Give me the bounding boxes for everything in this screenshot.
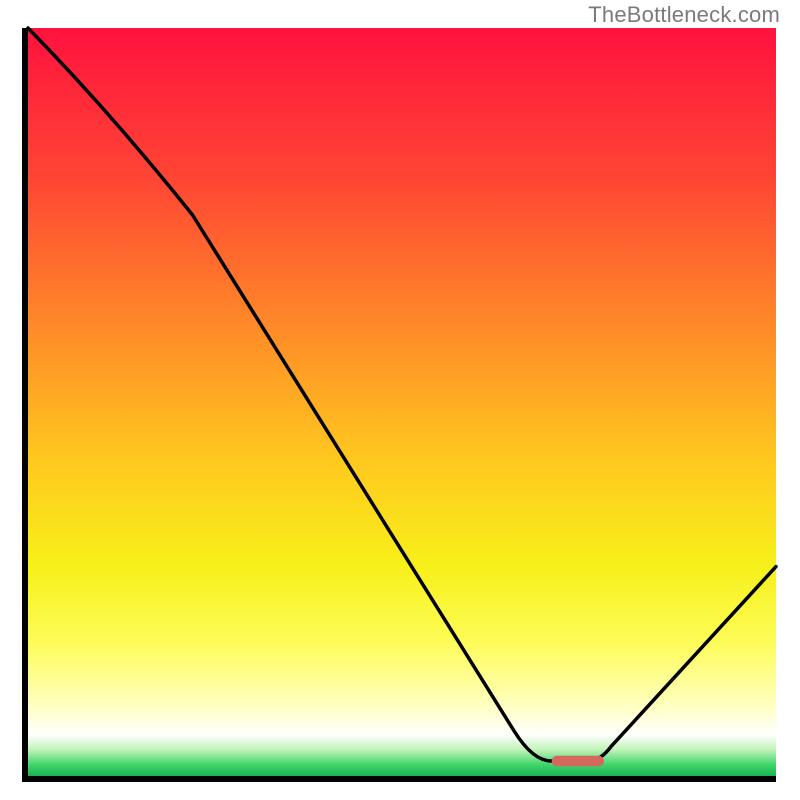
gradient-background [28, 28, 776, 776]
optimum-marker [552, 756, 604, 766]
y-axis [22, 28, 28, 782]
bottleneck-chart [0, 0, 800, 800]
chart-container: TheBottleneck.com [0, 0, 800, 800]
x-axis [22, 776, 776, 782]
